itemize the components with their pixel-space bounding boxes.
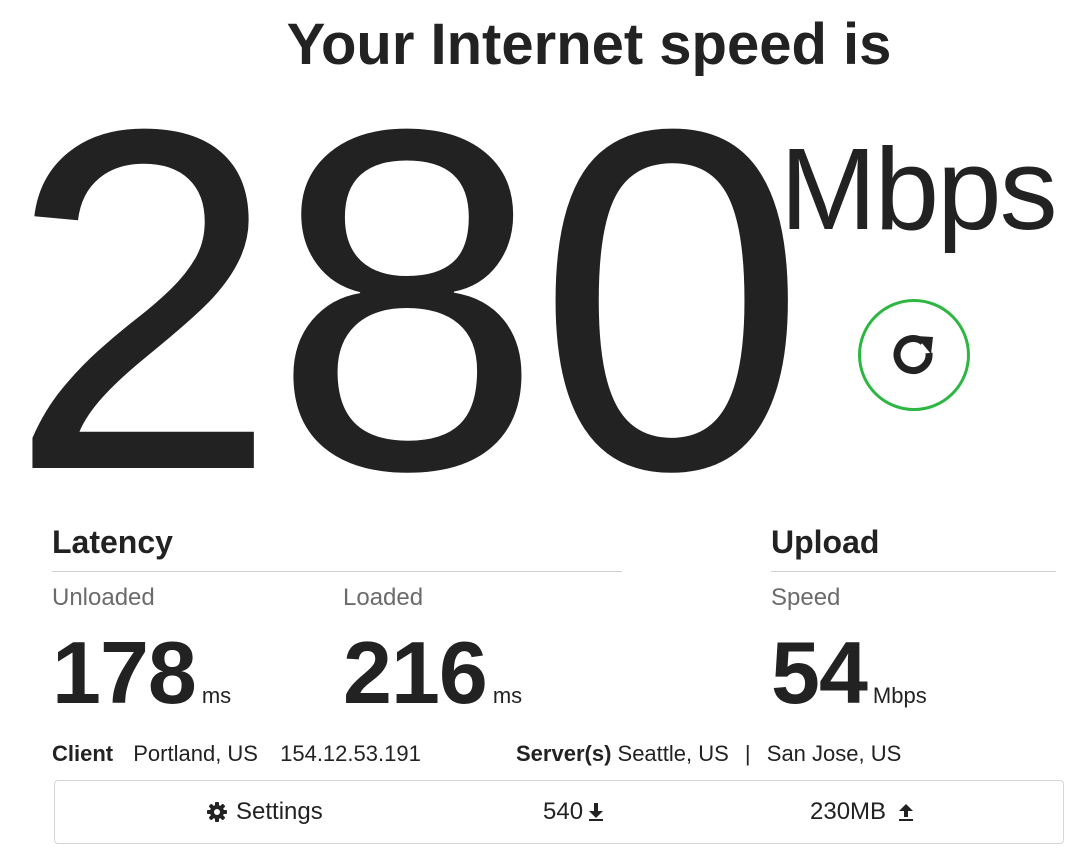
download-speed-unit: Mbps bbox=[780, 124, 1058, 254]
upload-speed-unit: Mbps bbox=[872, 683, 927, 708]
upload-speed: 54 Mbps bbox=[771, 628, 927, 718]
refresh-icon bbox=[886, 327, 942, 383]
upload-speed-label: Speed bbox=[771, 584, 841, 611]
loaded-latency: 216 ms bbox=[343, 628, 522, 718]
latency-divider bbox=[52, 571, 622, 572]
download-arrow-icon bbox=[588, 802, 604, 822]
upload-title: Upload bbox=[771, 524, 880, 560]
server-2: San Jose, US bbox=[766, 741, 902, 766]
upload-divider bbox=[771, 571, 1056, 572]
client-ip: 154.12.53.191 bbox=[280, 741, 421, 766]
unloaded-latency-unit: ms bbox=[201, 683, 232, 708]
settings-button[interactable]: Settings bbox=[206, 781, 323, 843]
server-separator: | bbox=[744, 741, 751, 766]
download-speed-value: 280 bbox=[8, 28, 807, 571]
server-1: Seattle, US bbox=[617, 741, 729, 766]
client-info: Client Portland, US 154.12.53.191 bbox=[52, 741, 421, 767]
download-count: 540 bbox=[543, 781, 604, 843]
upload-speed-value: 54 bbox=[771, 623, 868, 722]
client-label: Client bbox=[52, 741, 114, 766]
unloaded-latency-value: 178 bbox=[52, 623, 197, 722]
download-count-value: 540 bbox=[543, 798, 584, 825]
latency-title: Latency bbox=[52, 524, 173, 560]
loaded-latency-unit: ms bbox=[492, 683, 523, 708]
server-label: Server(s) bbox=[516, 741, 612, 766]
loaded-label: Loaded bbox=[343, 584, 424, 611]
upload-amount-value: 230MB bbox=[810, 798, 887, 825]
settings-label: Settings bbox=[236, 798, 323, 825]
client-location: Portland, US bbox=[133, 741, 258, 766]
upload-arrow-icon bbox=[898, 802, 914, 822]
unloaded-label: Unloaded bbox=[52, 584, 155, 611]
server-info: Server(s) Seattle, US | San Jose, US bbox=[516, 741, 901, 767]
refresh-button[interactable] bbox=[858, 299, 970, 411]
unloaded-latency: 178 ms bbox=[52, 628, 231, 718]
footer-bar: Settings 540 230MB bbox=[54, 780, 1064, 844]
loaded-latency-value: 216 bbox=[343, 623, 488, 722]
gear-icon bbox=[206, 801, 228, 823]
upload-amount: 230MB bbox=[810, 781, 914, 843]
